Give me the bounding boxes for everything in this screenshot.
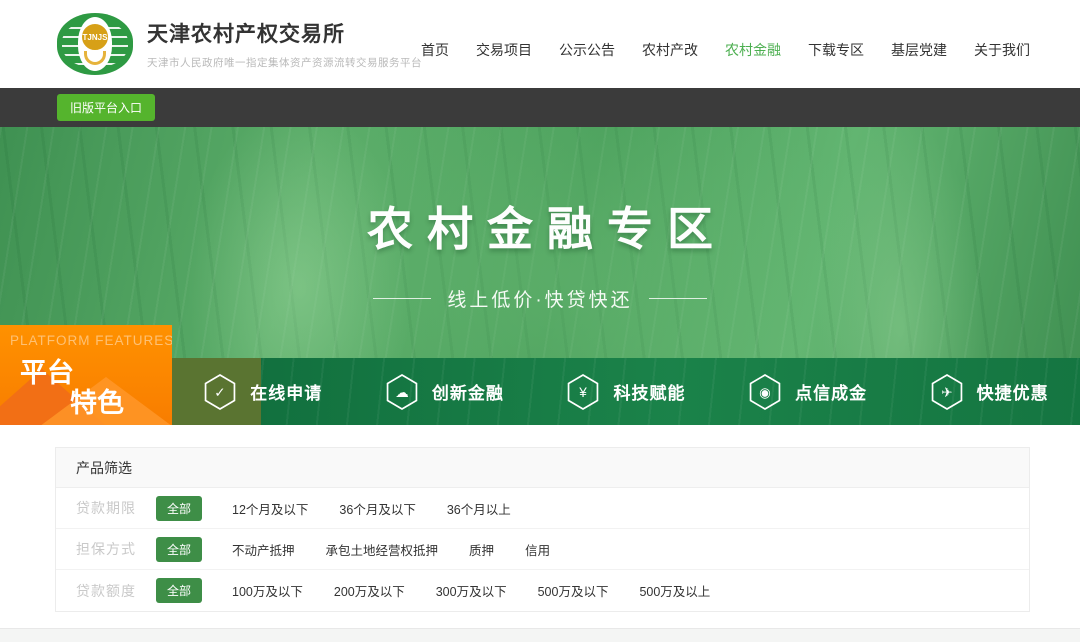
filter-card-title: 产品筛选 bbox=[76, 458, 132, 478]
feature-label: 点信成金 bbox=[795, 379, 867, 404]
svg-text:¥: ¥ bbox=[579, 385, 588, 400]
filter-card-header: 产品筛选 bbox=[56, 448, 1029, 488]
filter-option[interactable]: 不动产抵押 bbox=[232, 540, 295, 559]
filter-option[interactable]: 500万及以下 bbox=[538, 581, 609, 600]
filter-label: 贷款期限 bbox=[76, 498, 136, 518]
main-nav: 首页 交易项目 公示公告 农村产改 农村金融 下载专区 基层党建 关于我们 bbox=[421, 40, 1030, 60]
filter-option[interactable]: 100万及以下 bbox=[232, 581, 303, 600]
site-header: TJNJS 天津农村产权交易所 天津市人民政府唯一指定集体资产资源流转交易服务平… bbox=[0, 0, 1080, 88]
all-filter-button[interactable]: 全部 bbox=[156, 578, 202, 603]
feature-fast-discount[interactable]: ✈ 快捷优惠 bbox=[898, 358, 1080, 425]
filter-label: 贷款额度 bbox=[76, 581, 136, 601]
logo-abbr: TJNJS bbox=[80, 22, 110, 52]
platform-features-eyebrow: PLATFORM FEATURES bbox=[10, 333, 172, 348]
feature-innovative-finance[interactable]: ☁ 创新金融 bbox=[354, 358, 536, 425]
svg-text:✓: ✓ bbox=[215, 385, 226, 400]
old-platform-entry-button[interactable]: 旧版平台入口 bbox=[57, 94, 155, 121]
svg-text:◉: ◉ bbox=[759, 385, 771, 400]
features-band: ✓ 在线申请 ☁ 创新金融 ¥ 科技赋能 bbox=[172, 358, 1080, 425]
site-title: 天津农村产权交易所 bbox=[147, 18, 422, 48]
hero-banner: 农村金融专区 线上低价·快贷快还 ✓ 在线申请 ☁ 创新金融 bbox=[0, 127, 1080, 425]
feature-credit-to-gold[interactable]: ◉ 点信成金 bbox=[717, 358, 899, 425]
filter-label: 担保方式 bbox=[76, 539, 136, 559]
filter-row-loan-amount: 贷款额度 全部 100万及以下 200万及以下 300万及以下 500万及以下 … bbox=[56, 570, 1029, 611]
filter-option[interactable]: 36个月及以下 bbox=[339, 499, 415, 518]
all-filter-button[interactable]: 全部 bbox=[156, 496, 202, 521]
subtitle-line-left bbox=[373, 298, 431, 299]
subtitle-line-right bbox=[649, 298, 707, 299]
feature-tech-empowerment[interactable]: ¥ 科技赋能 bbox=[535, 358, 717, 425]
filter-row-loan-term: 贷款期限 全部 12个月及以下 36个月及以下 36个月以上 bbox=[56, 488, 1029, 529]
monitor-check-icon: ✓ bbox=[203, 373, 237, 411]
logo-emblem-icon: TJNJS bbox=[57, 13, 133, 75]
filter-option[interactable]: 12个月及以下 bbox=[232, 499, 308, 518]
filter-option[interactable]: 质押 bbox=[469, 540, 494, 559]
nav-item-downloads[interactable]: 下载专区 bbox=[808, 40, 864, 60]
hero-title: 农村金融专区 bbox=[0, 193, 1080, 259]
feature-label: 科技赋能 bbox=[613, 379, 685, 404]
feature-online-apply[interactable]: ✓ 在线申请 bbox=[172, 358, 354, 425]
svg-text:☁: ☁ bbox=[395, 385, 409, 400]
filter-options: 12个月及以下 36个月及以下 36个月以上 bbox=[232, 499, 511, 518]
nav-item-party-building[interactable]: 基层党建 bbox=[891, 40, 947, 60]
filter-option[interactable]: 承包土地经营权抵押 bbox=[326, 540, 439, 559]
feature-label: 创新金融 bbox=[432, 379, 504, 404]
hero-subtitle-row: 线上低价·快贷快还 bbox=[0, 285, 1080, 312]
hero-subtitle: 线上低价·快贷快还 bbox=[447, 285, 632, 312]
filter-options: 不动产抵押 承包土地经营权抵押 质押 信用 bbox=[232, 540, 550, 559]
feature-label: 在线申请 bbox=[250, 379, 322, 404]
filter-option[interactable]: 300万及以下 bbox=[436, 581, 507, 600]
filter-option[interactable]: 信用 bbox=[525, 540, 550, 559]
badge-title-line1: 平台 bbox=[20, 351, 74, 390]
feature-label: 快捷优惠 bbox=[977, 379, 1049, 404]
credit-coin-icon: ◉ bbox=[748, 373, 782, 411]
all-filter-button[interactable]: 全部 bbox=[156, 537, 202, 562]
yen-tech-icon: ¥ bbox=[566, 373, 600, 411]
filter-options: 100万及以下 200万及以下 300万及以下 500万及以下 500万及以上 bbox=[232, 581, 710, 600]
filter-row-guarantee-method: 担保方式 全部 不动产抵押 承包土地经营权抵押 质押 信用 bbox=[56, 529, 1029, 570]
filter-option[interactable]: 36个月以上 bbox=[447, 499, 511, 518]
wheat-icon bbox=[84, 51, 106, 65]
nav-item-rural-finance[interactable]: 农村金融 bbox=[725, 40, 781, 60]
secondary-toolbar: 旧版平台入口 bbox=[0, 88, 1080, 127]
product-filter-card: 产品筛选 贷款期限 全部 12个月及以下 36个月及以下 36个月以上 担保方式… bbox=[55, 447, 1030, 612]
rocket-icon: ✈ bbox=[930, 373, 964, 411]
platform-features-badge: PLATFORM FEATURES 平台 特色 bbox=[0, 325, 172, 425]
cloud-finance-icon: ☁ bbox=[385, 373, 419, 411]
footer-strip bbox=[0, 628, 1080, 642]
nav-item-home[interactable]: 首页 bbox=[421, 40, 449, 60]
svg-text:✈: ✈ bbox=[941, 385, 952, 400]
site-logo[interactable]: TJNJS 天津农村产权交易所 天津市人民政府唯一指定集体资产资源流转交易服务平… bbox=[57, 13, 422, 75]
nav-item-rural-reform[interactable]: 农村产改 bbox=[642, 40, 698, 60]
badge-title-line2: 特色 bbox=[70, 381, 124, 420]
brand-text: 天津农村产权交易所 天津市人民政府唯一指定集体资产资源流转交易服务平台 bbox=[147, 18, 422, 70]
nav-item-about-us[interactable]: 关于我们 bbox=[974, 40, 1030, 60]
nav-item-public-notice[interactable]: 公示公告 bbox=[559, 40, 615, 60]
nav-item-trading-projects[interactable]: 交易项目 bbox=[476, 40, 532, 60]
filter-option[interactable]: 200万及以下 bbox=[334, 581, 405, 600]
site-subtitle: 天津市人民政府唯一指定集体资产资源流转交易服务平台 bbox=[147, 55, 422, 70]
filter-option[interactable]: 500万及以上 bbox=[639, 581, 710, 600]
